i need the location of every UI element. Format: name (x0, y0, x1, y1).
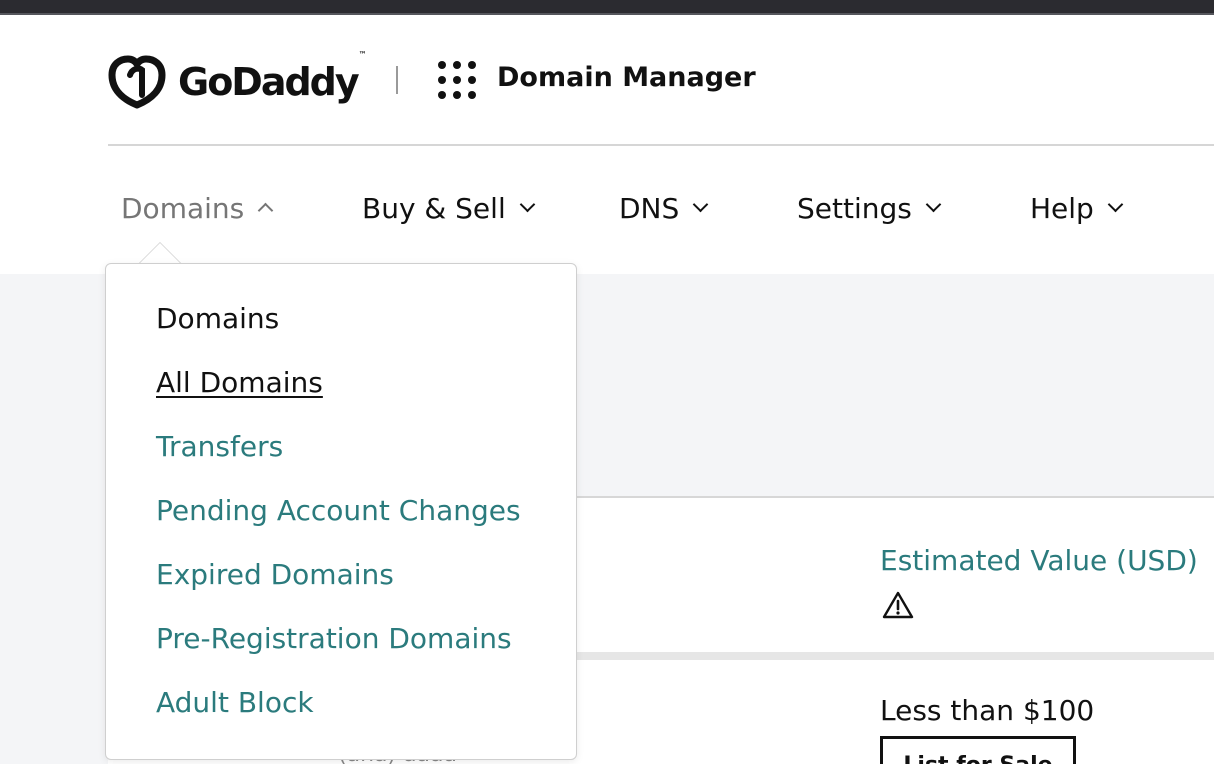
nav-domains[interactable]: Domains (121, 192, 274, 225)
menu-item-pre-registration-domains[interactable]: Pre-Registration Domains (156, 622, 512, 655)
list-for-sale-button[interactable]: List for Sale (880, 736, 1076, 764)
main-nav: Domains Buy & Sell DNS Settings Help (0, 146, 1214, 274)
nav-buy-sell[interactable]: Buy & Sell (362, 192, 535, 225)
godaddy-logo-icon (108, 55, 166, 109)
warning-icon[interactable] (882, 590, 914, 620)
nav-domains-label: Domains (121, 192, 245, 225)
chevron-down-icon (693, 196, 709, 213)
chevron-down-icon (519, 196, 535, 213)
header-divider (396, 66, 398, 94)
dropdown-caret (138, 242, 182, 264)
menu-item-all-domains[interactable]: All Domains (156, 366, 323, 399)
chevron-down-icon (1107, 196, 1124, 213)
nav-help-label: Help (1030, 192, 1094, 225)
menu-item-pending-account-changes[interactable]: Pending Account Changes (156, 494, 521, 527)
nav-settings[interactable]: Settings (797, 192, 942, 225)
estimated-value-cell: Less than $100 (880, 694, 1095, 727)
menu-item-expired-domains[interactable]: Expired Domains (156, 558, 394, 591)
nav-dns[interactable]: DNS (619, 192, 709, 225)
nav-help[interactable]: Help (1030, 192, 1124, 225)
chevron-down-icon (925, 196, 942, 213)
nav-buy-sell-label: Buy & Sell (362, 192, 506, 225)
domains-dropdown-menu: Domains All Domains Transfers Pending Ac… (105, 263, 577, 760)
godaddy-logo[interactable]: GoDaddy™ (108, 50, 367, 109)
browser-top-strip (0, 0, 1214, 15)
app-title: Domain Manager (497, 62, 756, 93)
dropdown-heading: Domains (156, 302, 280, 335)
nav-dns-label: DNS (619, 192, 680, 225)
menu-item-adult-block[interactable]: Adult Block (156, 686, 314, 719)
grid-dots-icon[interactable] (438, 61, 476, 99)
chevron-up-icon (257, 202, 274, 219)
nav-settings-label: Settings (797, 192, 912, 225)
logo-wordmark: GoDaddy™ (178, 50, 367, 104)
estimated-value-column-header[interactable]: Estimated Value (USD) (880, 544, 1198, 577)
app-header: GoDaddy™ Domain Manager (0, 15, 1214, 145)
menu-item-transfers[interactable]: Transfers (156, 430, 283, 463)
